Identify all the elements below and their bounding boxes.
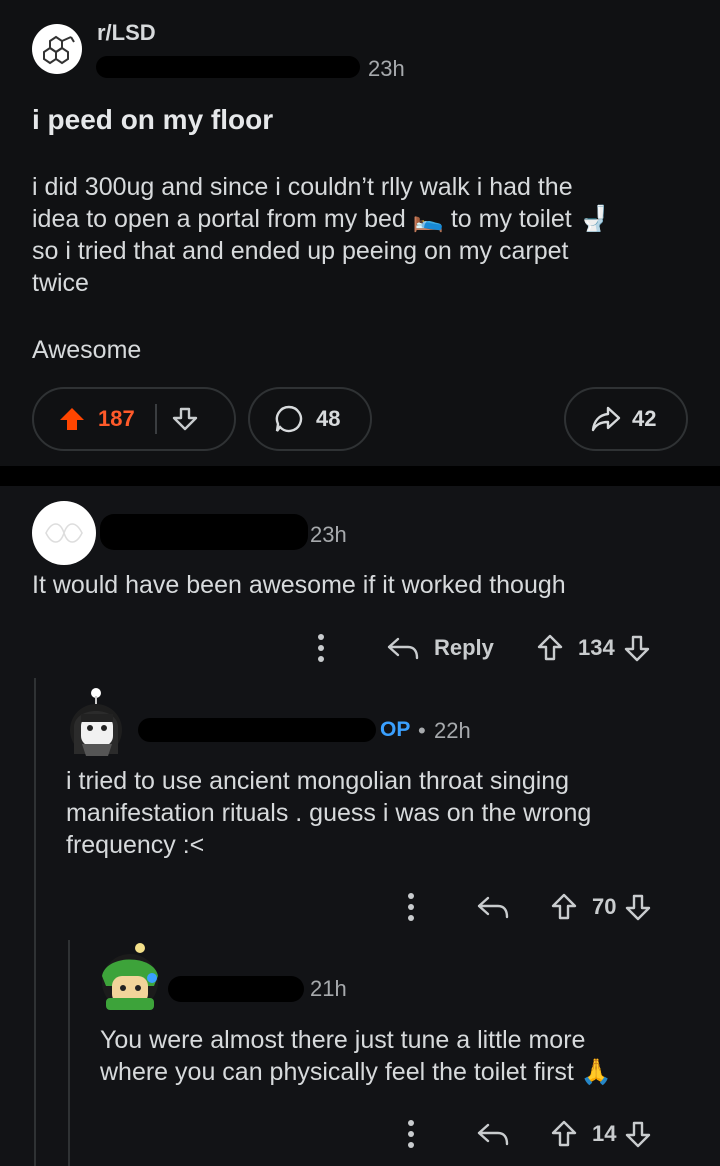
comment-text-line: where you can physically feel the toilet… [100, 1058, 612, 1086]
comment-text-line: manifestation rituals . guess i was on t… [66, 799, 592, 827]
comment-text-line: You were almost there just tune a little… [100, 1026, 586, 1054]
comment-vote: 14 [550, 1119, 652, 1149]
comment-score: 14 [592, 1121, 617, 1146]
post-body-line: i did 300ug and since i couldn’t rlly wa… [32, 173, 573, 201]
comment-section: 23h It would have been awesome if it wor… [0, 486, 720, 1166]
upvote-icon[interactable] [58, 405, 86, 433]
infinity-icon [45, 523, 83, 543]
post-body-line: idea to open a portal from my bed 🛌 to m… [32, 205, 610, 233]
post-time: 23h [368, 56, 405, 81]
downvote-icon[interactable] [623, 633, 651, 663]
avatar-character-icon [70, 688, 122, 756]
post-body: i did 300ug and since i couldn’t rlly wa… [32, 171, 692, 299]
redacted-username [96, 56, 360, 78]
post-body-line: twice [32, 269, 89, 297]
reply-icon [476, 1120, 510, 1148]
reply-button[interactable] [476, 1120, 510, 1148]
molecule-icon [43, 35, 75, 65]
comment-vote: 134 [536, 633, 651, 663]
post-body-extra: Awesome [32, 336, 142, 364]
share-button[interactable]: 42 [564, 387, 688, 451]
share-count: 42 [632, 406, 657, 431]
downvote-icon[interactable] [171, 405, 199, 433]
downvote-icon[interactable] [624, 1119, 652, 1149]
separator-dot: • [418, 718, 426, 743]
redacted-username [100, 514, 308, 550]
comment-text: It would have been awesome if it worked … [32, 571, 566, 599]
comment-text-line: i tried to use ancient mongolian throat … [66, 767, 570, 795]
post-title: i peed on my floor [32, 104, 274, 135]
comment-bubble-icon [274, 404, 304, 434]
reply-button[interactable] [476, 893, 510, 921]
commenter-avatar[interactable] [68, 686, 126, 758]
comment-time: 22h [434, 718, 471, 743]
more-options-icon[interactable] [314, 632, 328, 664]
reply-icon [476, 893, 510, 921]
more-options-icon[interactable] [404, 891, 418, 923]
share-icon [590, 404, 622, 434]
redacted-username [168, 976, 304, 1002]
comment-text: You were almost there just tune a little… [100, 1024, 612, 1088]
vote-separator [154, 404, 157, 434]
downvote-icon[interactable] [624, 892, 652, 922]
upvote-icon[interactable] [536, 633, 564, 663]
reply-button[interactable]: Reply [386, 634, 494, 662]
post-body-line: so i tried that and ended up peeing on m… [32, 237, 569, 265]
op-badge: OP [380, 718, 411, 741]
upvote-icon[interactable] [550, 892, 578, 922]
redacted-username [138, 718, 376, 742]
thread-line [68, 940, 70, 1166]
section-divider [0, 466, 720, 486]
more-options-icon[interactable] [404, 1118, 418, 1150]
upvote-count: 187 [98, 406, 135, 431]
comments-button[interactable]: 48 [248, 387, 372, 451]
comment-score: 70 [592, 894, 617, 919]
commenter-avatar[interactable] [32, 501, 96, 565]
subreddit-avatar[interactable] [32, 24, 82, 74]
comment-score: 134 [578, 635, 615, 660]
vote-bar: 187 [32, 387, 236, 451]
avatar-character-icon [102, 943, 158, 1010]
thread-line [34, 678, 36, 1166]
subreddit-name[interactable]: r/LSD [97, 20, 156, 46]
comment-time: 21h [310, 976, 347, 1001]
upvote-icon[interactable] [550, 1119, 578, 1149]
comment-vote: 70 [550, 892, 652, 922]
reply-icon [386, 634, 420, 662]
comment-text-line: frequency :< [66, 831, 205, 859]
reply-label: Reply [434, 635, 494, 660]
comment-count: 48 [316, 406, 341, 431]
comment-time: 23h [310, 522, 347, 547]
commenter-avatar[interactable] [96, 940, 164, 1012]
post-card: r/LSD 23h i peed on my floor i did 300ug… [0, 0, 720, 466]
comment-text: i tried to use ancient mongolian throat … [66, 765, 591, 861]
